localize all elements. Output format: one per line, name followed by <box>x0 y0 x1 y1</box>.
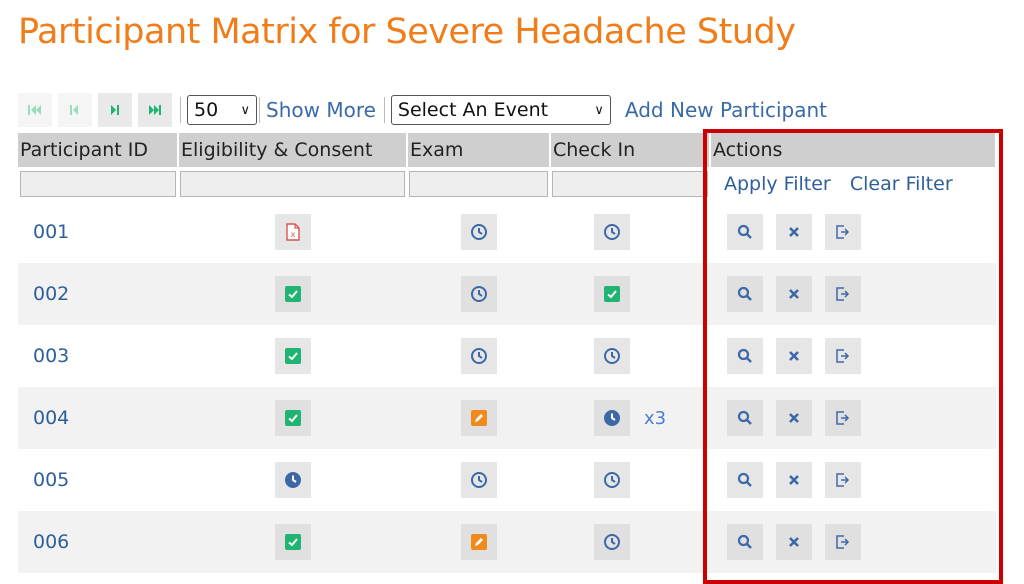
eligibility-status-button[interactable] <box>274 400 311 436</box>
previous-page-icon <box>70 105 78 115</box>
clock-icon <box>470 348 487 364</box>
event-select-value: Select An Event <box>397 99 549 121</box>
last-page-button[interactable] <box>138 93 172 127</box>
repeat-count-link[interactable]: x3 <box>644 408 666 429</box>
toolbar: 50 ∨ Show More Select An Event ∨ Add New… <box>18 93 827 127</box>
eligibility-status-button[interactable]: x <box>274 214 311 250</box>
exam-status-button[interactable] <box>460 276 497 312</box>
divider <box>259 97 260 123</box>
check-in-status-button[interactable] <box>594 276 630 312</box>
page-size-value: 50 <box>194 99 219 121</box>
exam-status-button[interactable] <box>460 400 497 436</box>
first-page-button[interactable] <box>18 93 52 127</box>
eligibility-status-button[interactable] <box>274 462 311 498</box>
exam-status-button[interactable] <box>460 214 497 250</box>
check-in-filter-input[interactable] <box>552 171 708 197</box>
divider <box>383 97 385 123</box>
pdf-error-icon: x <box>285 223 300 241</box>
column-header-exam[interactable]: Exam <box>407 133 551 167</box>
next-page-button[interactable] <box>98 93 132 127</box>
event-select[interactable]: Select An Event ∨ <box>390 95 611 125</box>
page-title: Participant Matrix for Severe Headache S… <box>18 12 796 52</box>
first-page-icon <box>28 105 41 115</box>
exam-status-button[interactable] <box>460 524 497 560</box>
exam-filter-input[interactable] <box>409 171 548 197</box>
next-page-icon <box>111 105 119 115</box>
eligibility-status-button[interactable] <box>274 524 311 560</box>
check-in-status-button[interactable] <box>594 524 630 560</box>
clock-icon <box>604 224 620 240</box>
checkbox-checked-icon <box>284 534 301 550</box>
show-more-link[interactable]: Show More <box>266 98 376 122</box>
edit-icon <box>470 534 487 550</box>
participant-id-link[interactable]: 003 <box>18 325 178 387</box>
clock-icon <box>604 534 620 550</box>
clock-filled-icon <box>604 410 620 426</box>
chevron-down-icon: ∨ <box>240 102 250 118</box>
column-header-participant-id[interactable]: Participant ID <box>18 133 179 167</box>
last-page-icon <box>149 105 161 115</box>
column-header-eligibility[interactable]: Eligibility & Consent <box>178 133 408 167</box>
check-in-status-button[interactable] <box>594 214 630 250</box>
actions-highlight-box <box>703 129 1003 584</box>
participant-id-link[interactable]: 005 <box>18 449 178 511</box>
eligibility-status-button[interactable] <box>274 276 311 312</box>
add-participant-link[interactable]: Add New Participant <box>625 98 827 122</box>
edit-icon <box>470 410 487 426</box>
check-in-status-button[interactable] <box>594 400 630 436</box>
previous-page-button[interactable] <box>58 93 92 127</box>
clock-icon <box>470 286 487 302</box>
check-in-status-button[interactable] <box>594 462 630 498</box>
page-size-select[interactable]: 50 ∨ <box>187 95 257 125</box>
participant-id-link[interactable]: 002 <box>18 263 178 325</box>
clock-icon <box>604 472 620 488</box>
eligibility-filter-input[interactable] <box>180 171 405 197</box>
participant-id-filter-input[interactable] <box>20 171 176 197</box>
column-header-check-in[interactable]: Check In <box>550 133 711 167</box>
clock-filled-icon <box>284 472 301 488</box>
checkbox-checked-icon <box>284 348 301 364</box>
checkbox-checked-icon <box>604 286 620 302</box>
check-in-status-button[interactable] <box>594 338 630 374</box>
checkbox-checked-icon <box>284 286 301 302</box>
svg-text:x: x <box>290 230 295 239</box>
checkbox-checked-icon <box>284 410 301 426</box>
clock-icon <box>604 348 620 364</box>
clock-icon <box>470 224 487 240</box>
eligibility-status-button[interactable] <box>274 338 311 374</box>
exam-status-button[interactable] <box>460 338 497 374</box>
exam-status-button[interactable] <box>460 462 497 498</box>
participant-id-link[interactable]: 001 <box>18 201 178 263</box>
divider <box>180 97 181 123</box>
participant-id-link[interactable]: 004 <box>18 387 178 449</box>
clock-icon <box>470 472 487 488</box>
chevron-down-icon: ∨ <box>594 102 604 118</box>
participant-id-link[interactable]: 006 <box>18 511 178 573</box>
